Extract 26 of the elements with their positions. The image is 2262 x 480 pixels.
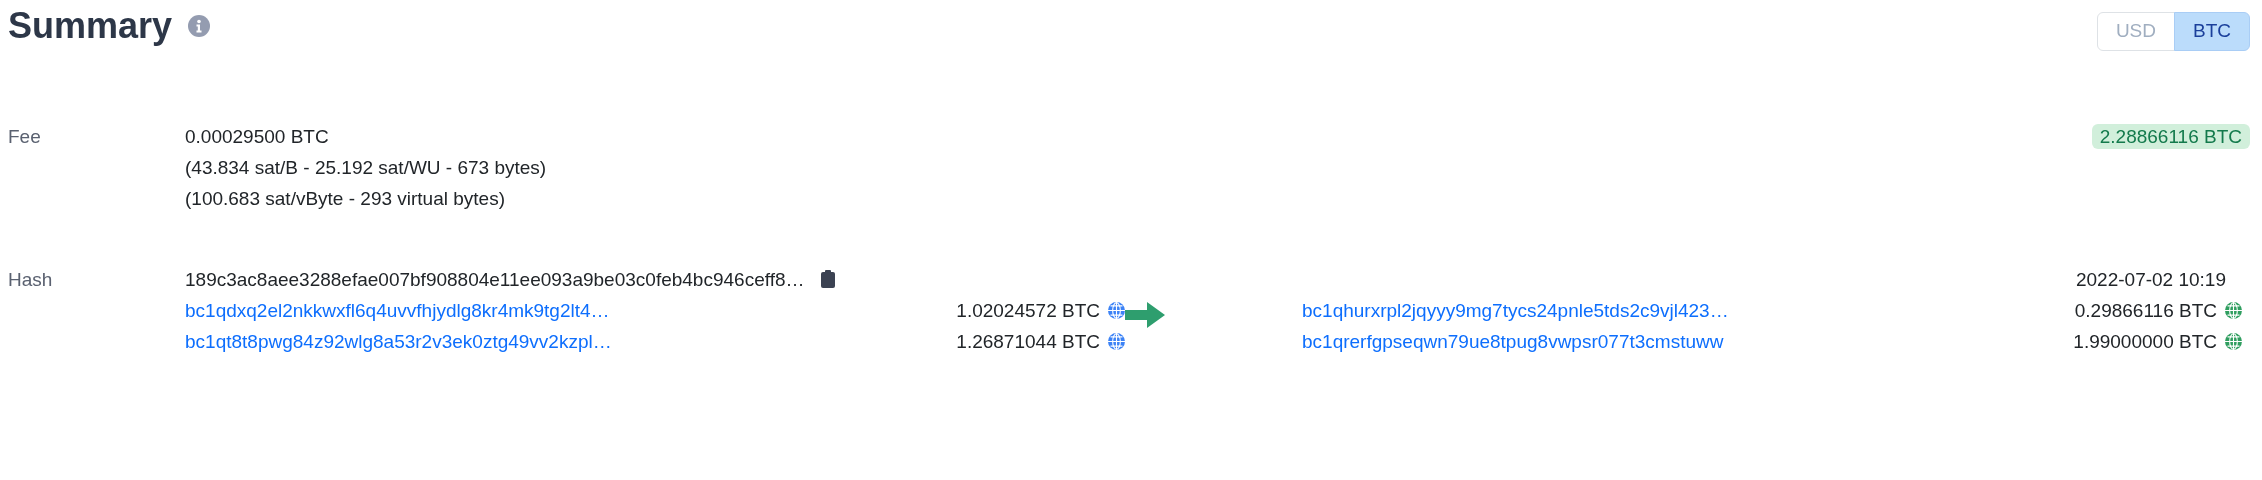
fee-detail: (43.834 sat/B - 25.192 sat/WU - 673 bytes) (185, 155, 548, 180)
timestamp: 2022-07-02 10:19 (2076, 267, 2226, 292)
amount: 1.99000000 BTC (2073, 329, 2217, 354)
total-amount: 2.28866116 BTC (2091, 123, 2250, 149)
fee-detail: 0.00029500 BTC (185, 124, 330, 149)
address-link[interactable]: bc1qhurxrpl2jqyyy9mg7tycs24pnle5tds2c9vjl423… (1302, 294, 1729, 326)
amount: 1.02024572 BTC (956, 298, 1100, 323)
globe-icon[interactable] (2225, 332, 2242, 350)
address-link[interactable]: bc1qt8t8pwg84z92wlg8a53r2v3ek0ztg49vv2kzpl… (185, 325, 612, 357)
address-link[interactable]: bc1qdxq2el2nkkwxfl6q4uvvfhjydlg8kr4mk9tg2lt4… (185, 294, 610, 326)
address-link[interactable]: bc1qrerfgpseqwn79ue8tpug8vwpsr077t3cmstuww (1302, 325, 1724, 357)
currency-toggle[interactable]: USD (2096, 12, 2175, 51)
fee-detail: (100.683 sat/vByte - 293 virtual bytes) (185, 186, 506, 211)
field-label: Fee (8, 124, 42, 149)
field-label: Hash (8, 267, 54, 292)
globe-icon[interactable] (1108, 301, 1125, 319)
clipboard-icon[interactable] (820, 270, 835, 288)
globe-icon[interactable] (2225, 301, 2242, 319)
amount: 0.29866116 BTC (2074, 298, 2217, 323)
globe-icon[interactable] (1108, 332, 1125, 350)
info-icon[interactable] (188, 14, 211, 37)
page-title: Summary (8, 4, 173, 48)
currency-toggle[interactable]: BTC (2174, 12, 2250, 51)
arrow-icon (1125, 302, 1165, 329)
transaction-hash: 189c3ac8aee3288efae007bf908804e11ee093a9be03c0feb4bc946ceff8… (185, 267, 805, 292)
amount: 1.26871044 BTC (956, 329, 1100, 354)
